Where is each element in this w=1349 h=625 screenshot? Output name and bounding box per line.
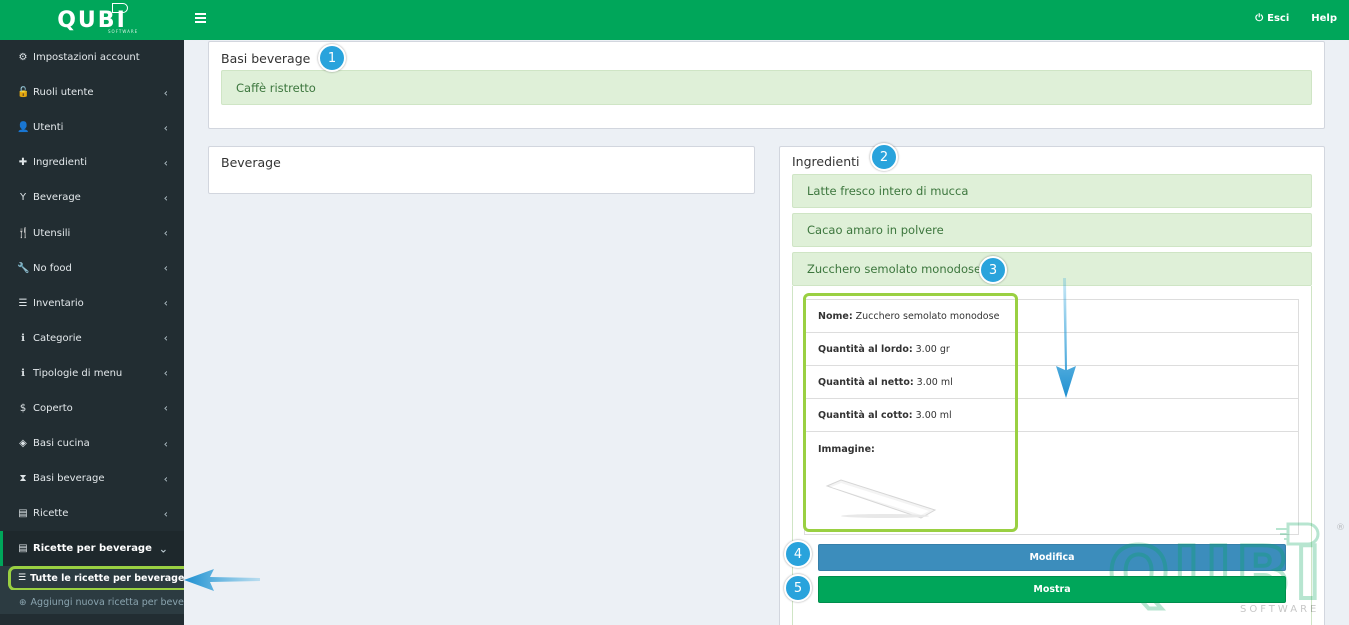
logo-subtitle: SOFTWARE: [108, 29, 139, 34]
user-icon: 👤: [17, 122, 30, 134]
sidebar-item-label: Inventario: [33, 297, 84, 309]
chevron-left-icon: ‹: [163, 86, 168, 100]
sidebar-item-basi-cucina[interactable]: ◈ Basi cucina ‹: [0, 426, 184, 461]
beverage-panel: Beverage: [208, 146, 755, 194]
sidebar-item-categorie[interactable]: ℹ Categorie ‹: [0, 321, 184, 356]
top-actions: ⏻ Esci Help: [1255, 13, 1337, 24]
cutlery-icon: 🍴: [17, 227, 30, 239]
sidebar-item-ruoli-utente[interactable]: 🔓 Ruoli utente ‹: [0, 75, 184, 110]
sidebar-item-coperto[interactable]: $ Coperto ‹: [0, 391, 184, 426]
info-icon: ℹ: [21, 367, 25, 379]
chevron-left-icon: ‹: [163, 401, 168, 415]
sidebar-item-ricette[interactable]: ▤ Ricette ‹: [0, 496, 184, 531]
chevron-left-icon: ‹: [163, 331, 168, 345]
file-icon: ▤: [18, 508, 28, 520]
left-arrow-icon: [184, 569, 260, 591]
cube-icon: ◈: [19, 438, 27, 450]
wrench-icon: 🔧: [17, 262, 30, 274]
ingredient-item[interactable]: Latte fresco intero di mucca: [792, 174, 1312, 208]
submenu-add-recipe[interactable]: ⊕Aggiungi nuova ricetta per beverage: [0, 590, 184, 614]
power-icon: ⏻: [1255, 13, 1264, 24]
sidebar-item-no-food[interactable]: 🔧 No food ‹: [0, 251, 184, 286]
ingredient-item[interactable]: Cacao amaro in polvere: [792, 213, 1312, 247]
list-icon: ☰: [18, 573, 27, 584]
basi-beverage-item[interactable]: Caffè ristretto: [221, 70, 1312, 105]
chevron-left-icon: ‹: [163, 156, 168, 170]
callout-4: 4: [784, 540, 812, 568]
chevron-left-icon: ‹: [163, 121, 168, 135]
menu-toggle-icon[interactable]: [195, 13, 206, 23]
callout-2: 2: [870, 143, 898, 171]
chevron-left-icon: ‹: [163, 226, 168, 240]
chevron-down-icon: ⌄: [158, 542, 168, 556]
submenu-all-recipes[interactable]: ☰ Tutte le ricette per beverage: [0, 566, 184, 591]
unlock-icon: 🔓: [17, 87, 30, 99]
sidebar-item-ingredienti[interactable]: ✚ Ingredienti ‹: [0, 145, 184, 180]
chevron-left-icon: ‹: [163, 261, 168, 275]
submenu-item-label: Tutte le ricette per beverage: [30, 572, 184, 584]
ingredienti-title: Ingredienti: [792, 154, 860, 169]
submenu-item-label: Aggiungi nuova ricetta per beverage: [30, 596, 184, 608]
sidebar-item-label: Categorie: [33, 332, 82, 344]
sidebar-item-utensili[interactable]: 🍴 Utensili ‹: [0, 215, 184, 250]
chevron-left-icon: ‹: [163, 296, 168, 310]
submenu-item-content: ☰ Tutte le ricette per beverage: [8, 566, 184, 591]
sidebar-item-tipologie-di-menu[interactable]: ℹ Tipologie di menu ‹: [0, 356, 184, 391]
help-button[interactable]: Help: [1311, 13, 1337, 24]
svg-text:®: ®: [1336, 523, 1345, 533]
sidebar-item-label: No food: [33, 262, 72, 274]
sidebar-item-label: Basi beverage: [33, 473, 105, 485]
logout-label: Esci: [1267, 13, 1290, 24]
callout-5: 5: [784, 574, 812, 602]
sidebar-item-label: Beverage: [33, 192, 81, 204]
sidebar-item-inventario[interactable]: ☰ Inventario ‹: [0, 286, 184, 321]
sidebar-submenu: ☰ Tutte le ricette per beverage ⊕ Aggiungi …: [0, 566, 184, 615]
sidebar-item-label: Coperto: [33, 402, 73, 414]
plus-circle-icon: ⊕: [19, 597, 27, 608]
sidebar-item-ricette-per-beverage[interactable]: ▤ Ricette per beverage ⌄: [0, 531, 184, 567]
dollar-icon: $: [19, 402, 27, 414]
callout-3: 3: [979, 256, 1007, 284]
watermark-logo: QUBI SOFTWARE ®: [1108, 522, 1345, 617]
top-navbar: ⏻ Esci Help: [184, 0, 1349, 40]
sidebar-item-label: Ricette per beverage: [33, 543, 152, 555]
submenu-item-content: ⊕Aggiungi nuova ricetta per beverage: [19, 597, 184, 608]
sidebar-item-label: Utensili: [33, 227, 71, 239]
file-icon: ▤: [18, 543, 28, 555]
brand-logo[interactable]: QUBI SOFTWARE: [0, 0, 184, 40]
svg-text:SOFTWARE: SOFTWARE: [1240, 604, 1319, 615]
sidebar-item-label: Utenti: [33, 122, 64, 134]
basi-beverage-panel: Basi beverage Caffè ristretto: [208, 41, 1325, 129]
chevron-left-icon: ‹: [163, 191, 168, 205]
info-icon: ℹ: [21, 332, 25, 344]
sidebar-item-label: Basi cucina: [33, 438, 90, 450]
sidebar-item-label: Ricette: [33, 508, 69, 520]
logout-button[interactable]: ⏻ Esci: [1255, 13, 1289, 24]
detail-highlight-frame: [803, 293, 1018, 532]
beverage-title: Beverage: [221, 155, 281, 170]
sidebar-item-label: Impostazioni account: [33, 52, 140, 64]
cocktail-icon: Y: [19, 192, 27, 204]
sidebar-item-label: Ingredienti: [33, 157, 87, 169]
chevron-left-icon: ‹: [163, 507, 168, 521]
gear-icon: ⚙: [18, 52, 28, 64]
list-icon: ☰: [18, 297, 28, 309]
chevron-left-icon: ‹: [163, 366, 168, 380]
sidebar-item-label: Ruoli utente: [33, 87, 94, 99]
sidebar-item-label: Tipologie di menu: [33, 367, 123, 379]
chevron-left-icon: ‹: [163, 472, 168, 486]
logo-badge-icon: [112, 3, 128, 13]
down-arrow-icon: [1056, 278, 1076, 398]
basi-beverage-title: Basi beverage: [221, 51, 311, 66]
puzzle-icon: ✚: [18, 157, 28, 169]
sidebar-item-basi-beverage[interactable]: ⧗ Basi beverage ‹: [0, 461, 184, 496]
chevron-left-icon: ‹: [163, 437, 168, 451]
callout-1: 1: [318, 44, 346, 72]
sidebar: ⚙ Impostazioni account 🔓 Ruoli utente ‹ 👤 Uten…: [0, 40, 184, 625]
sidebar-item-beverage[interactable]: Y Beverage ‹: [0, 180, 184, 215]
sidebar-item-impostazioni-account[interactable]: ⚙ Impostazioni account: [0, 40, 184, 75]
sidebar-item-utenti[interactable]: 👤 Utenti ‹: [0, 110, 184, 145]
hourglass-icon: ⧗: [19, 473, 27, 485]
